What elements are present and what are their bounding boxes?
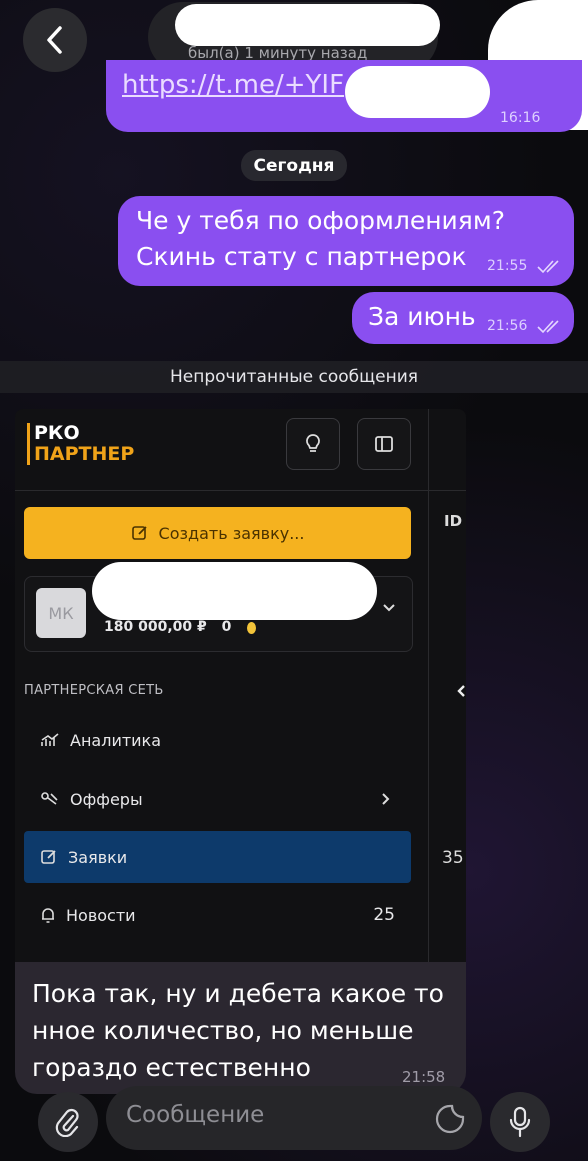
nav-label: Новости <box>66 905 136 925</box>
double-check-icon <box>537 260 559 274</box>
coins-value: 0 <box>221 619 232 635</box>
message-time: 21:58 <box>402 1068 446 1086</box>
create-request-label: Создать заявку... <box>158 523 305 543</box>
nav-item-offers: Офферы <box>24 773 411 825</box>
paperclip-icon <box>55 1108 79 1137</box>
nav-label: Офферы <box>70 789 143 809</box>
edit-icon <box>131 526 147 540</box>
divider <box>428 409 429 964</box>
message-input-placeholder: Сообщение <box>126 1102 265 1128</box>
brand-accent-bar <box>27 423 30 465</box>
date-separator: Сегодня <box>241 150 347 181</box>
message-line-2: Скинь стату с партнерок <box>136 242 467 271</box>
bell-icon <box>42 908 54 923</box>
account-balance: 180 000,00 ₽ 0 <box>104 619 231 635</box>
redacted-account-name <box>92 562 377 620</box>
nav-item-requests: Заявки <box>24 831 411 883</box>
unread-messages-separator: Непрочитанные сообщения <box>0 361 588 393</box>
message-time: 21:55 <box>487 258 528 274</box>
message-time: 16:16 <box>500 110 541 126</box>
sticker-icon[interactable] <box>434 1103 466 1135</box>
message-text: За июнь <box>368 302 476 331</box>
redacted-link-part <box>345 66 490 118</box>
microphone-icon <box>509 1106 531 1138</box>
chart-icon <box>41 733 59 746</box>
table-value: 35 <box>442 848 464 868</box>
attach-button[interactable] <box>38 1092 98 1152</box>
divider <box>15 490 466 491</box>
nav-item-news: Новости 25 <box>24 889 411 941</box>
id-column-header: ID <box>444 512 463 530</box>
redacted-contact-name <box>175 4 440 46</box>
lightbulb-button <box>286 418 340 470</box>
nav-label: Заявки <box>68 847 128 867</box>
brand-name-line1: РКО <box>34 422 80 444</box>
invite-link[interactable]: https://t.me/+YIF <box>122 70 344 100</box>
collapse-icon <box>457 685 465 697</box>
offers-icon <box>41 792 58 805</box>
balance-value: 180 000,00 ₽ <box>104 619 207 635</box>
double-check-icon <box>537 320 559 334</box>
chevron-left-icon <box>47 26 62 54</box>
message-text: Че у тебя по оформлениям? Скинь стату с … <box>136 203 505 275</box>
message-line-1: Че у тебя по оформлениям? <box>136 206 505 235</box>
microphone-button[interactable] <box>490 1092 550 1152</box>
nav-label: Аналитика <box>70 730 162 750</box>
lightbulb-icon <box>306 434 320 452</box>
chevron-right-icon <box>382 793 390 805</box>
brand-name-line2: ПАРТНЕР <box>34 443 135 465</box>
section-title: ПАРТНЕРСКАЯ СЕТЬ <box>24 683 164 698</box>
sidebar-toggle-icon <box>375 436 393 452</box>
message-text: Пока так, ну и дебета какое то нное коли… <box>32 979 444 1082</box>
nav-item-analytics: Аналитика <box>24 714 411 766</box>
back-button[interactable] <box>23 8 87 72</box>
create-request-button: Создать заявку... <box>24 507 411 559</box>
edit-icon <box>41 850 56 864</box>
sidebar-toggle-button <box>357 418 411 470</box>
coin-icon <box>247 622 256 634</box>
avatar: МК <box>36 588 86 638</box>
news-count: 25 <box>373 905 395 925</box>
chevron-down-icon <box>383 604 395 612</box>
message-time: 21:56 <box>487 318 528 334</box>
